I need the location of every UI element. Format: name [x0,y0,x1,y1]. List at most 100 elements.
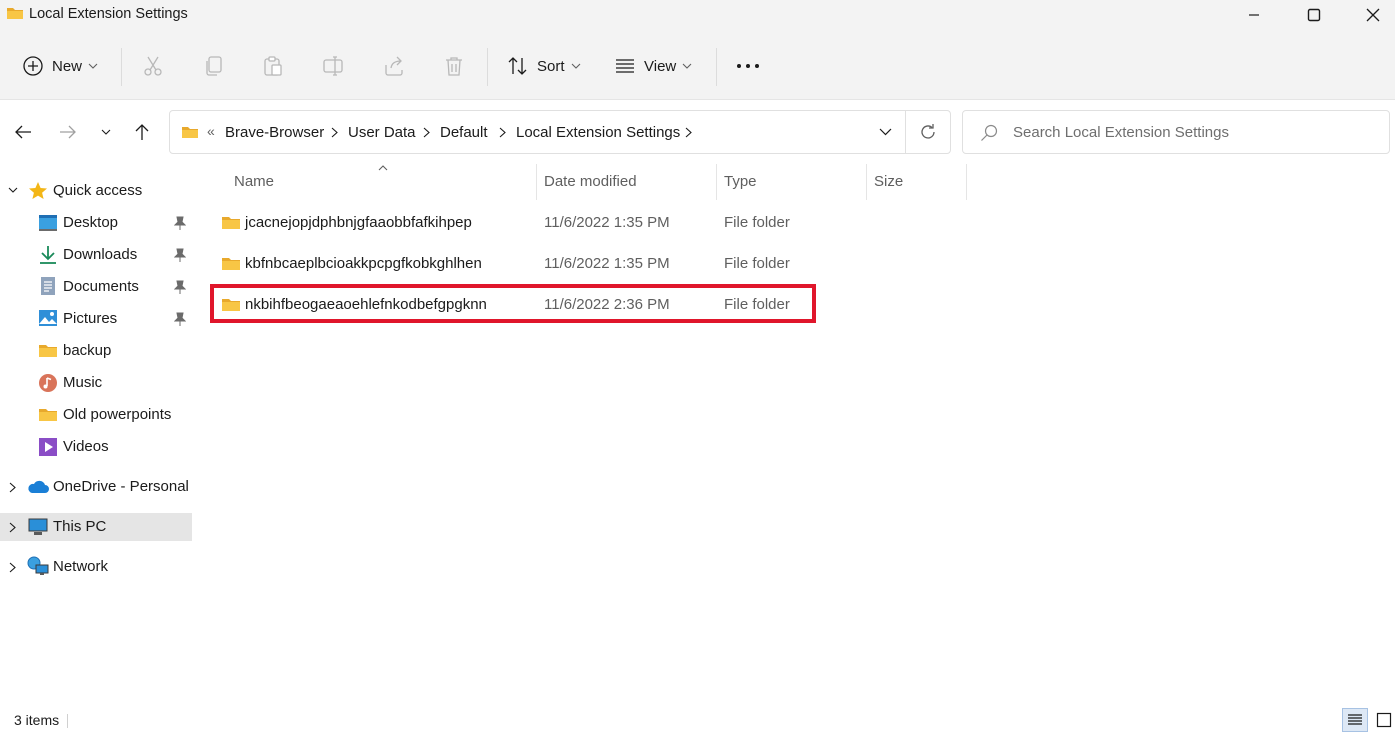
search-input[interactable]: Search Local Extension Settings [1013,124,1229,141]
window-title: Local Extension Settings [29,6,188,22]
chevron-down-icon [682,63,692,69]
plus-circle-icon [22,55,44,77]
sidebar-item-label: Network [53,558,109,575]
details-view-icon [1347,713,1363,727]
share-button[interactable] [383,48,405,84]
network-icon [27,556,49,576]
chevron-right-icon [499,127,506,138]
copy-button[interactable] [203,48,225,84]
rename-icon [322,55,344,77]
cut-button[interactable] [142,48,164,84]
sidebar-item-documents[interactable]: Documents [0,273,192,301]
pin-icon [174,280,186,294]
new-button[interactable]: New [22,48,98,84]
file-list: Name Date modified Type Size jcacnejopjd… [196,162,1395,702]
column-divider[interactable] [716,164,717,200]
folder-icon [221,256,241,272]
column-header-name[interactable]: Name [234,173,274,190]
tiles-view-button[interactable] [1371,708,1395,732]
file-name: kbfnbcaeplbcioakkpcpgfkobkghlhen [245,255,482,272]
minimize-button[interactable] [1231,0,1277,30]
sidebar-item-old-powerpoints[interactable]: Old powerpoints [0,401,192,429]
sidebar-item-network[interactable]: Network [0,553,192,581]
back-button[interactable] [9,118,37,146]
sidebar-item-pictures[interactable]: Pictures [0,305,192,333]
navigation-pane: Quick access Desktop Downloads Documents… [0,162,194,702]
column-header-type[interactable]: Type [724,173,757,190]
pin-icon [174,312,186,326]
address-bar[interactable]: « Brave-Browser User Data Default Local … [169,110,951,154]
chevron-down-icon [879,128,892,136]
toolbar-divider [716,48,717,86]
pictures-icon [38,309,58,327]
view-icon [614,55,636,77]
breadcrumb-item[interactable]: User Data [348,124,416,141]
computer-icon [28,518,48,536]
up-button[interactable] [128,118,156,146]
rename-button[interactable] [322,48,344,84]
search-box[interactable]: Search Local Extension Settings [962,110,1390,154]
chevron-right-icon [9,562,16,573]
more-options-button[interactable] [736,48,760,84]
breadcrumb-item[interactable]: Brave-Browser [225,124,324,141]
sidebar-item-label: OneDrive - Personal [53,478,189,495]
arrow-left-icon [14,124,32,140]
sidebar-item-music[interactable]: Music [0,369,192,397]
address-history-button[interactable] [879,128,892,136]
new-label: New [52,57,83,75]
column-header-size[interactable]: Size [874,173,903,190]
breadcrumb-item[interactable]: Default [440,124,488,141]
chevron-right-icon [9,522,16,533]
address-divider [905,111,906,153]
table-row[interactable]: jcacnejopjdphbnjgfaaobbfafkihpep 11/6/20… [213,206,813,240]
column-divider[interactable] [966,164,967,200]
chevron-right-icon [331,127,338,138]
sidebar-item-backup[interactable]: backup [0,337,192,365]
tiles-view-icon [1376,712,1392,728]
forward-button[interactable] [54,118,82,146]
sidebar-item-downloads[interactable]: Downloads [0,241,192,269]
sort-icon [507,55,529,77]
view-button[interactable]: View [614,48,692,84]
breadcrumb-overflow[interactable]: « [207,123,215,139]
sidebar-item-label: Old powerpoints [63,406,172,423]
close-button[interactable] [1350,0,1395,30]
pin-icon [174,216,186,230]
details-view-button[interactable] [1342,708,1368,732]
maximize-button[interactable] [1291,0,1337,30]
sidebar-item-onedrive[interactable]: OneDrive - Personal [0,473,192,501]
file-type: File folder [724,255,790,272]
recent-locations-button[interactable] [92,118,120,146]
document-icon [40,276,56,296]
sidebar-item-label: Music [63,374,103,391]
column-divider[interactable] [536,164,537,200]
toolbar-divider [487,48,488,86]
table-row[interactable]: kbfnbcaeplbcioakkpcpgfkobkghlhen 11/6/20… [213,247,813,281]
column-divider[interactable] [866,164,867,200]
view-label: View [644,57,677,75]
breadcrumb-item[interactable]: Local Extension Settings [516,124,680,141]
sort-label: Sort [537,57,565,75]
delete-icon [443,55,465,77]
sidebar-item-quick-access[interactable]: Quick access [0,177,192,205]
item-count: 3 items [14,712,60,728]
delete-button[interactable] [443,48,465,84]
sort-ascending-icon [378,165,388,171]
maximize-icon [1307,8,1321,22]
chevron-down-icon [88,63,98,69]
sort-button[interactable]: Sort [507,48,581,84]
chevron-down-icon [101,129,111,135]
sidebar-item-desktop[interactable]: Desktop [0,209,192,237]
status-bar: 3 items [0,702,1395,732]
sidebar-item-this-pc[interactable]: This PC [0,513,192,541]
folder-icon [38,343,58,359]
paste-icon [262,55,284,77]
music-icon [38,373,58,393]
star-icon [28,181,48,200]
sidebar-item-videos[interactable]: Videos [0,433,192,461]
paste-button[interactable] [262,48,284,84]
refresh-button[interactable] [919,123,937,141]
file-date: 11/6/2022 1:35 PM [544,255,670,272]
column-header-date[interactable]: Date modified [544,173,637,190]
minimize-icon [1248,9,1260,21]
